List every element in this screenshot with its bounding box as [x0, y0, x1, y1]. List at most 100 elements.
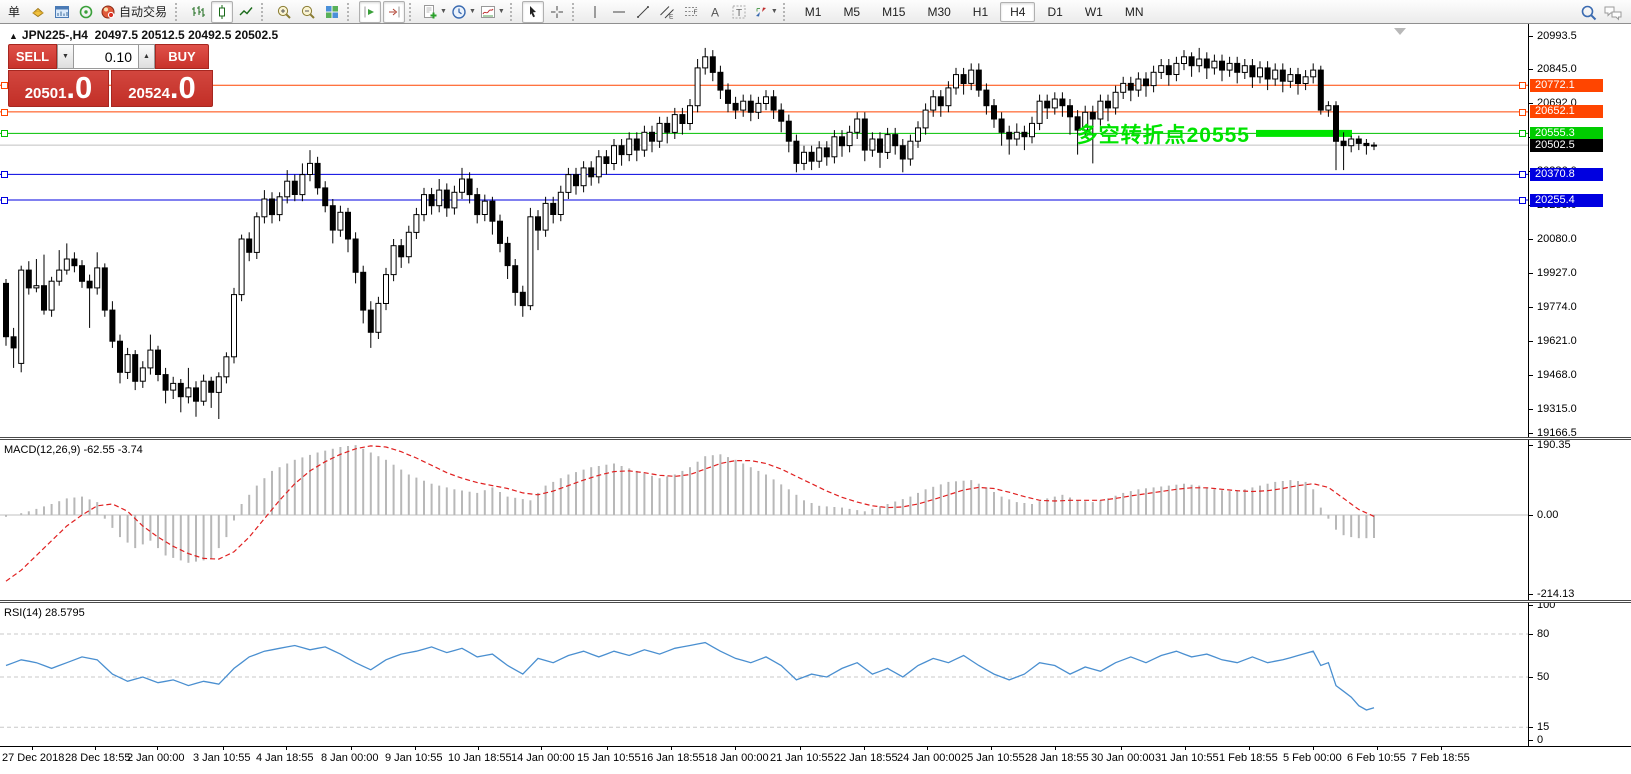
annotation-text[interactable]: 多空转折点20555 [1040, 119, 1250, 149]
line-handle-20255.4[interactable] [1519, 197, 1526, 204]
label-button[interactable]: T [728, 1, 750, 23]
horizontal-line-button[interactable] [608, 1, 630, 23]
time-axis-label: 30 Jan 00:00 [1091, 752, 1155, 764]
tf-d1[interactable]: D1 [1037, 2, 1072, 22]
buy-price-button[interactable]: 20524 .0 [111, 70, 213, 107]
buy-button[interactable]: BUY [155, 44, 209, 69]
price-axis-tick: 19468.0 [1537, 369, 1577, 381]
toolbar-group-grip[interactable] [783, 3, 791, 21]
svg-text:F: F [693, 9, 697, 16]
toolbar-group-grip[interactable] [261, 3, 269, 21]
line-handle-20370.8[interactable] [1, 171, 8, 178]
auto-scroll-icon[interactable] [383, 1, 405, 23]
tf-w1[interactable]: W1 [1075, 2, 1113, 22]
time-axis-label: 8 Jan 00:00 [321, 752, 379, 764]
time-axis-label: 21 Jan 10:55 [770, 752, 834, 764]
line-handle-20652.1[interactable] [1, 109, 8, 116]
line-handle-20652.1[interactable] [1519, 109, 1526, 116]
time-axis-label: 2 Jan 00:00 [127, 752, 185, 764]
rsi-tick [1528, 727, 1533, 728]
channel-button[interactable]: E [656, 1, 678, 23]
tf-m1[interactable]: M1 [795, 2, 832, 22]
tile-windows-icon[interactable] [321, 1, 343, 23]
text-button[interactable]: A [704, 1, 726, 23]
signals-icon[interactable] [75, 1, 97, 23]
tf-mn[interactable]: MN [1115, 2, 1154, 22]
time-tick [351, 746, 352, 750]
rsi-axis-label: 15 [1537, 721, 1549, 733]
price-tick [1528, 307, 1533, 308]
line-handle-20772.1[interactable] [1519, 82, 1526, 89]
time-tick [1185, 746, 1186, 750]
new-order-button[interactable]: 单 [3, 1, 25, 23]
line-handle-20370.8[interactable] [1519, 171, 1526, 178]
time-tick [32, 746, 33, 750]
trendline-button[interactable] [632, 1, 654, 23]
price-badge-20255.4: 20255.4 [1530, 194, 1603, 207]
price-axis-tick: 19315.0 [1537, 403, 1577, 415]
toolbar-group-grip[interactable] [347, 3, 355, 21]
time-axis-label: 18 Jan 00:00 [705, 752, 769, 764]
vertical-line-button[interactable] [584, 1, 606, 23]
tf-m30[interactable]: M30 [917, 2, 960, 22]
line-chart-icon[interactable] [235, 1, 257, 23]
crosshair-button[interactable] [546, 1, 568, 23]
symbol-period-label: JPN225-,H4 [22, 28, 88, 42]
candlestick-chart-icon[interactable] [211, 1, 233, 23]
collapse-icon[interactable]: ▲ [9, 31, 18, 41]
time-axis-label: 15 Jan 10:55 [577, 752, 641, 764]
time-axis-label: 4 Jan 18:55 [256, 752, 314, 764]
sell-price-main: 20501 [25, 85, 67, 102]
toolbar-group-grip[interactable] [409, 3, 417, 21]
tf-m15[interactable]: M15 [872, 2, 915, 22]
macd-panel-canvas[interactable] [0, 440, 1528, 600]
price-tick [1528, 36, 1533, 37]
chat-icon[interactable] [1602, 2, 1624, 24]
volume-increase-button[interactable]: ▲ [138, 44, 155, 69]
templates-button[interactable]: ▼ [479, 1, 506, 23]
cursor-button[interactable] [522, 1, 544, 23]
rsi-panel-canvas[interactable] [0, 603, 1528, 746]
tf-m5[interactable]: M5 [833, 2, 870, 22]
sell-price-button[interactable]: 20501 .0 [8, 70, 109, 107]
panel-splitter[interactable] [0, 437, 1631, 440]
price-badge-20502.5: 20502.5 [1530, 139, 1603, 152]
indicators-button[interactable]: ▼ [421, 1, 448, 23]
price-tick [1528, 103, 1533, 104]
bar-chart-icon[interactable] [187, 1, 209, 23]
line-handle-20555.3[interactable] [1519, 130, 1526, 137]
market-watch-icon[interactable] [27, 1, 49, 23]
time-tick [1055, 746, 1056, 750]
panel-splitter[interactable] [0, 600, 1631, 603]
time-axis-label: 6 Feb 10:55 [1347, 752, 1406, 764]
arrows-button[interactable]: ▼ [752, 1, 779, 23]
sell-button[interactable]: SELL [8, 44, 57, 69]
macd-tick [1528, 515, 1533, 516]
new-chart-icon[interactable] [51, 1, 73, 23]
autotrading-button[interactable]: 自动交易 [99, 1, 171, 23]
time-tick [927, 746, 928, 750]
tf-h4[interactable]: H4 [1000, 2, 1035, 22]
chart-shift-icon[interactable] [359, 1, 381, 23]
chart-shift-marker[interactable] [1394, 28, 1406, 35]
line-handle-20255.4[interactable] [1, 197, 8, 204]
toolbar-group-grip[interactable] [510, 3, 518, 21]
fibonacci-button[interactable]: F [680, 1, 702, 23]
volume-input[interactable]: 0.10 [74, 44, 138, 69]
tf-h1[interactable]: H1 [963, 2, 998, 22]
line-handle-20772.1[interactable] [1, 82, 8, 89]
line-handle-20555.3[interactable] [1, 130, 8, 137]
zoom-out-icon[interactable] [297, 1, 319, 23]
time-tick [541, 746, 542, 750]
time-tick [607, 746, 608, 750]
toolbar-group-grip[interactable] [175, 3, 183, 21]
price-axis-tick: 19621.0 [1537, 335, 1577, 347]
periods-button[interactable]: ▼ [450, 1, 477, 23]
toolbar-group-grip[interactable] [572, 3, 580, 21]
search-icon[interactable] [1578, 2, 1600, 24]
time-axis-line [0, 746, 1631, 747]
main-chart-canvas[interactable] [0, 24, 1528, 437]
macd-tick [1528, 594, 1533, 595]
volume-decrease-button[interactable]: ▼ [57, 44, 74, 69]
zoom-in-icon[interactable] [273, 1, 295, 23]
